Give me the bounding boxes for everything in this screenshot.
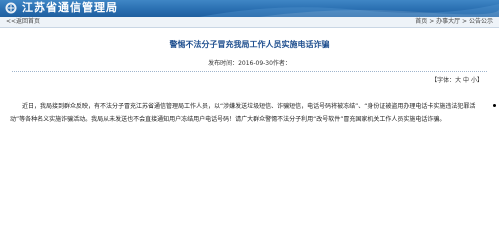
publish-meta: 发布时间：2016-09-30作者： [208, 60, 291, 67]
breadcrumb-announcements[interactable]: 公告公示 [469, 18, 493, 25]
article-body: 近日，我局接到群众反映，有不法分子冒充江苏省通信管理局工作人员，以“涉嫌发送垃圾… [10, 100, 485, 126]
site-title: 江苏省通信管理局 [22, 1, 118, 14]
breadcrumb-home[interactable]: 首页 [415, 18, 427, 25]
font-size-suffix: 】 [476, 77, 483, 84]
font-size-large[interactable]: 大 [455, 77, 461, 84]
breadcrumb: 首页 > 办事大厅 > 公告公示 [415, 17, 493, 27]
article-paragraph: 近日，我局接到群众反映，有不法分子冒充江苏省通信管理局工作人员，以“涉嫌发送垃圾… [10, 103, 476, 123]
font-size-selector: 【字体：大 中 小】 [431, 77, 483, 85]
font-size-medium[interactable]: 中 [463, 77, 469, 84]
breadcrumb-separator: > [427, 18, 437, 25]
banner-decoration [199, 4, 499, 17]
site-banner: 江苏省通信管理局 [0, 0, 499, 17]
breadcrumb-separator: > [460, 18, 469, 25]
breadcrumb-services[interactable]: 办事大厅 [436, 18, 460, 25]
bullet-dot [493, 104, 496, 107]
divider [12, 71, 487, 72]
font-size-prefix: 【字体： [431, 77, 456, 84]
logo-icon [5, 2, 17, 14]
article-title: 警惕不法分子冒充我局工作人员实施电话诈骗 [169, 40, 330, 49]
back-home-link[interactable]: <<返回首页 [6, 17, 40, 27]
navigation-bar: <<返回首页 首页 > 办事大厅 > 公告公示 [0, 17, 499, 28]
